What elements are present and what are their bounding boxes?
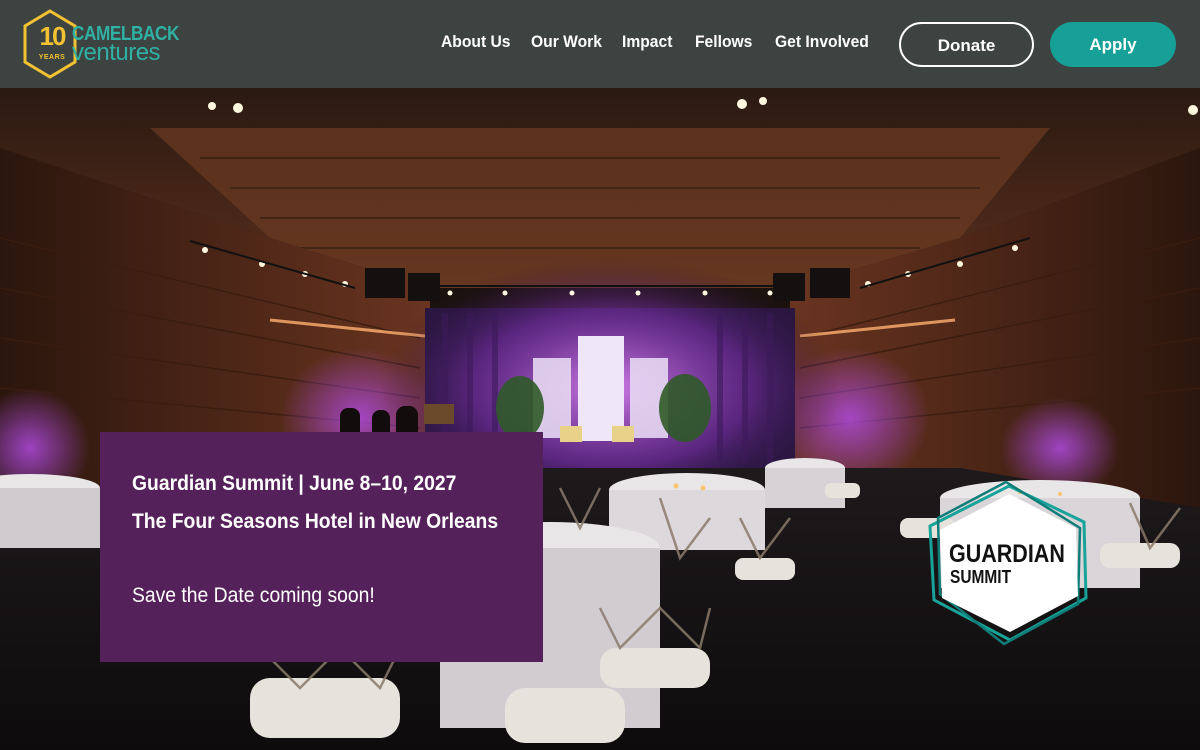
nav-impact[interactable]: Impact: [622, 32, 672, 52]
save-the-date-text: Save the Date coming soon!: [132, 584, 375, 607]
site-header: 10 YEARS CAMELBACK ventures About Us Our…: [0, 0, 1200, 88]
nav-get-involved[interactable]: Get Involved: [775, 32, 869, 52]
logo-years-number: 10: [39, 21, 67, 51]
badge-title: GUARDIAN: [949, 540, 1065, 568]
nav-fellows[interactable]: Fellows: [695, 32, 752, 52]
apply-button[interactable]: Apply: [1050, 22, 1176, 67]
event-venue-line: The Four Seasons Hotel in New Orleans: [132, 510, 499, 533]
hero-section: Guardian Summit | June 8–10, 2027 The Fo…: [0, 88, 1200, 750]
badge-subtitle: SUMMIT: [950, 567, 1012, 587]
nav-our-work[interactable]: Our Work: [531, 32, 602, 52]
donate-button[interactable]: Donate: [899, 22, 1034, 67]
logo-name-bottom: ventures: [72, 39, 161, 66]
logo-years-label: YEARS: [38, 54, 66, 61]
nav-about-us[interactable]: About Us: [441, 32, 511, 52]
camelback-ventures-logo[interactable]: 10 YEARS CAMELBACK ventures: [22, 9, 192, 79]
event-date-line: Guardian Summit | June 8–10, 2027: [132, 472, 457, 495]
event-info-box: Guardian Summit | June 8–10, 2027 The Fo…: [100, 432, 543, 662]
guardian-summit-badge: GUARDIAN SUMMIT: [918, 480, 1100, 648]
